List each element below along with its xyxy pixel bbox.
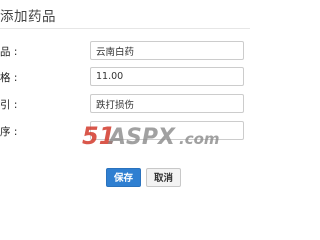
- title-divider: [0, 28, 250, 29]
- page-title: 添加药品: [0, 9, 56, 25]
- form-row-price: 格 :: [0, 67, 250, 87]
- form-row-order: 序 :: [0, 121, 250, 141]
- name-label: 品 :: [0, 46, 18, 58]
- indication-label: 引 :: [0, 99, 18, 111]
- price-input[interactable]: [90, 67, 244, 86]
- order-label: 序 :: [0, 126, 18, 138]
- price-label: 格 :: [0, 72, 18, 84]
- save-button[interactable]: 保存: [106, 168, 141, 187]
- cancel-button[interactable]: 取消: [146, 168, 181, 187]
- indication-input[interactable]: [90, 94, 244, 113]
- form-row-indication: 引 :: [0, 94, 250, 114]
- form-row-name: 品 :: [0, 41, 250, 61]
- order-input[interactable]: [90, 121, 244, 140]
- name-input[interactable]: [90, 41, 244, 60]
